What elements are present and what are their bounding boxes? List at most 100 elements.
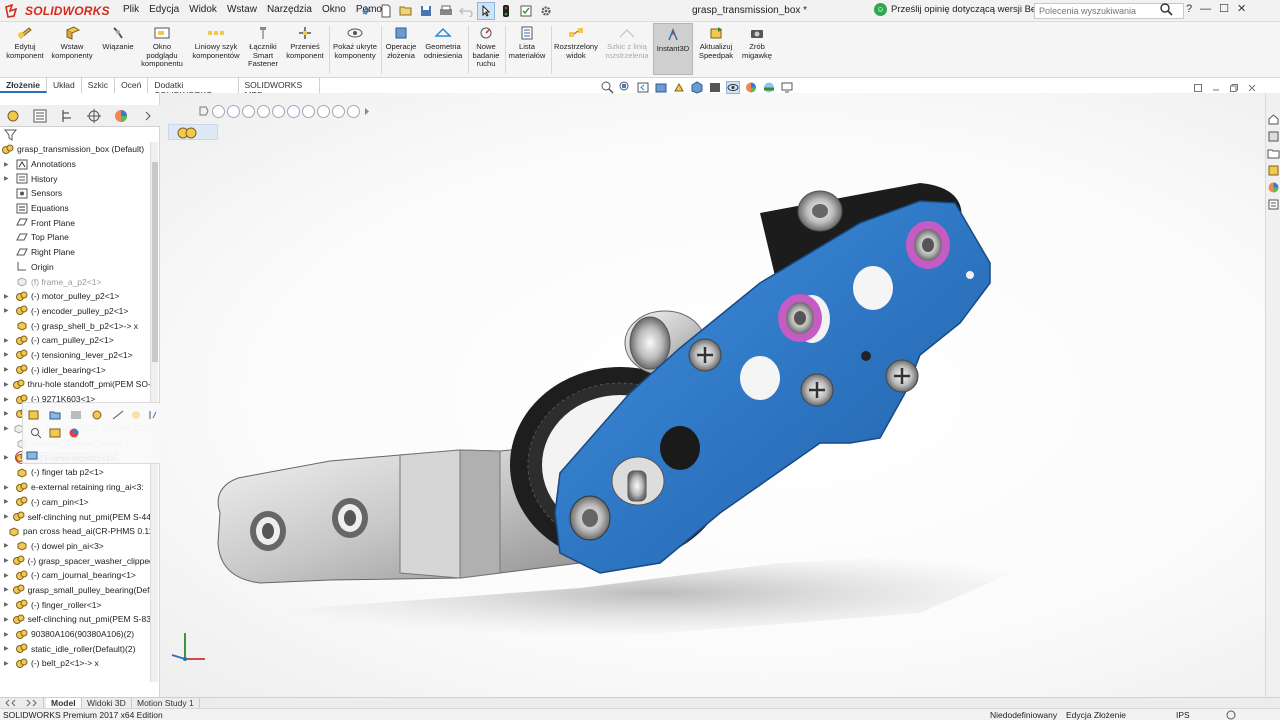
view-orientation-icon[interactable] xyxy=(690,81,704,94)
section-view-icon[interactable] xyxy=(654,81,668,94)
tree-item[interactable]: Sensors xyxy=(0,186,150,201)
mate-button[interactable]: Wiązanie xyxy=(100,26,136,52)
feature-manager-tab-icon[interactable] xyxy=(5,108,21,124)
search-icon[interactable] xyxy=(1160,3,1173,16)
expand-arrow-icon[interactable]: ▶ xyxy=(4,454,12,461)
expand-arrow-icon[interactable]: ▶ xyxy=(4,586,9,593)
edit-component-button[interactable]: Edytuj komponent xyxy=(4,26,46,60)
configuration-manager-tab-icon[interactable] xyxy=(59,108,75,124)
previous-view-icon[interactable] xyxy=(636,81,650,94)
expand-arrow-icon[interactable]: ▶ xyxy=(4,498,12,505)
tree-item[interactable]: Equations xyxy=(0,201,150,216)
tree-item[interactable]: ▶ self-clinching nut_pmi(PEM S-83 xyxy=(0,612,150,627)
menu-plik[interactable]: Plik xyxy=(118,4,144,15)
hide-show-items-icon[interactable] xyxy=(726,81,740,94)
expand-arrow-icon[interactable]: ▶ xyxy=(4,631,12,638)
expand-arrow-icon[interactable]: ▶ xyxy=(4,410,12,417)
breadcrumb-feature-3-icon[interactable] xyxy=(287,105,300,118)
design-library-icon[interactable] xyxy=(1267,130,1280,143)
tree-item[interactable]: pan cross head_ai(CR-PHMS 0.11 xyxy=(0,524,150,539)
breadcrumb-feature-2-icon[interactable] xyxy=(272,105,285,118)
tree-item[interactable]: ▶ (-) motor_pulley_p2<1> xyxy=(0,289,150,304)
expand-arrow-icon[interactable]: ▶ xyxy=(4,351,12,358)
breadcrumb-sketch-icon[interactable] xyxy=(212,105,225,118)
move-component-button[interactable]: Przenieś komponent xyxy=(284,26,326,60)
assembly-3d-model[interactable] xyxy=(160,93,1265,697)
show-hidden-components-button[interactable]: Pokaż ukryte komponenty xyxy=(332,26,378,60)
tree-item[interactable]: (f) frame_a_p2<1> xyxy=(0,274,150,289)
tab-zlozenie[interactable]: Złożenie xyxy=(0,78,48,93)
component-preview-button[interactable]: Okno podglądu komponentu xyxy=(138,26,186,69)
hide-component-icon[interactable] xyxy=(69,409,83,421)
traffic-light-icon[interactable] xyxy=(497,2,515,20)
file-properties-icon[interactable] xyxy=(517,2,535,20)
tree-item[interactable]: (-) grasp_shell_b_p2<1>-> x xyxy=(0,318,150,333)
component-config-icon[interactable] xyxy=(25,449,39,461)
custom-properties-icon[interactable] xyxy=(1267,198,1280,211)
solidworks-resources-icon[interactable] xyxy=(1267,113,1280,126)
dynamic-annotation-icon[interactable] xyxy=(672,81,686,94)
tree-item[interactable]: Origin xyxy=(0,260,150,275)
close-icon[interactable]: ✕ xyxy=(1237,2,1246,15)
tree-item[interactable]: ▶ (-) dowel pin_ai<3> xyxy=(0,539,150,554)
menu-okno[interactable]: Okno xyxy=(317,4,351,15)
display-manager-tab-icon[interactable] xyxy=(113,108,129,124)
tree-item[interactable]: Front Plane xyxy=(0,215,150,230)
help-icon[interactable]: ? xyxy=(1186,3,1192,15)
reference-geometry-button[interactable]: Geometria odniesienia xyxy=(421,26,465,60)
graphics-viewport[interactable] xyxy=(160,93,1265,697)
make-virtual-icon[interactable] xyxy=(111,409,125,421)
appearance-edit-icon[interactable] xyxy=(48,427,62,439)
tree-item[interactable]: ▶ (-) cam_pulley_p2<1> xyxy=(0,333,150,348)
status-help-icon[interactable] xyxy=(1226,710,1236,720)
tab-dodatki[interactable]: Dodatki SOLIDWORKS xyxy=(148,78,239,100)
explode-line-sketch-button[interactable]: Szkic z linią rozstrzelenia xyxy=(603,26,651,60)
breadcrumb-feature-5-icon[interactable] xyxy=(317,105,330,118)
appearance-ball-icon[interactable] xyxy=(67,427,81,439)
print-icon[interactable] xyxy=(437,2,455,20)
expand-arrow-icon[interactable]: ▶ xyxy=(4,425,9,432)
tree-item[interactable]: ▶ (-) cam_pin<1> xyxy=(0,495,150,510)
expand-arrow-icon[interactable]: ▶ xyxy=(4,484,12,491)
expand-arrow-icon[interactable]: ▶ xyxy=(4,616,9,623)
maximize-icon[interactable]: ☐ xyxy=(1219,2,1229,15)
expand-arrow-icon[interactable]: ▶ xyxy=(4,293,12,300)
open-icon[interactable] xyxy=(397,2,415,20)
expand-arrow-icon[interactable]: ▶ xyxy=(4,572,12,579)
file-explorer-icon[interactable] xyxy=(1267,147,1280,160)
tree-item[interactable]: ▶ (-) belt_p2<1>-> x xyxy=(0,656,150,671)
breadcrumb-feature-1-icon[interactable] xyxy=(257,105,270,118)
solidworks-logo[interactable]: SOLIDWORKS xyxy=(4,3,110,19)
viewport-close-icon[interactable] xyxy=(1248,84,1256,92)
linear-pattern-button[interactable]: Liniowy szyk komponentów xyxy=(190,26,242,60)
menu-widok[interactable]: Widok xyxy=(184,4,222,15)
breadcrumb-feature-6-icon[interactable] xyxy=(332,105,345,118)
breadcrumb-more-chevron-icon[interactable] xyxy=(362,105,372,118)
undo-icon[interactable] xyxy=(457,2,475,20)
property-manager-tab-icon[interactable] xyxy=(32,108,48,124)
isolate-icon[interactable] xyxy=(90,409,104,421)
expand-arrow-icon[interactable]: ▶ xyxy=(4,366,12,373)
assembly-features-button[interactable]: Operacje złożenia xyxy=(383,26,419,60)
apply-scene-icon[interactable] xyxy=(762,81,776,94)
tree-item[interactable]: ▶ History xyxy=(0,171,150,186)
expand-arrow-icon[interactable]: ▶ xyxy=(4,601,12,608)
expand-arrow-icon[interactable]: ▶ xyxy=(4,645,12,652)
tab-szkic[interactable]: Szkic xyxy=(82,78,116,93)
minimize-icon[interactable]: — xyxy=(1200,3,1211,15)
tree-item[interactable]: ▶ (-) cam_journal_bearing<1> xyxy=(0,568,150,583)
viewport-minimize-icon[interactable] xyxy=(1212,84,1220,92)
tree-item[interactable]: ▶ grasp_small_pulley_bearing(Defa xyxy=(0,583,150,598)
save-icon[interactable] xyxy=(417,2,435,20)
smart-fasteners-button[interactable]: Łączniki Smart Fastener xyxy=(244,26,282,69)
insert-components-button[interactable]: Wstaw komponenty xyxy=(48,26,96,60)
viewport-tile-icon[interactable] xyxy=(1194,84,1202,92)
tree-item[interactable]: ▶ (-) tensioning_lever_p2<1> xyxy=(0,348,150,363)
expand-arrow-icon[interactable]: ▶ xyxy=(4,660,12,667)
expand-arrow-icon[interactable]: ▶ xyxy=(4,307,12,314)
select-cursor-icon[interactable] xyxy=(477,2,495,20)
edit-part-icon[interactable] xyxy=(27,409,41,421)
open-part-icon[interactable] xyxy=(48,409,62,421)
viewport-restore-icon[interactable] xyxy=(1230,84,1238,92)
update-speedpak-button[interactable]: Aktualizuj Speedpak xyxy=(696,26,736,60)
